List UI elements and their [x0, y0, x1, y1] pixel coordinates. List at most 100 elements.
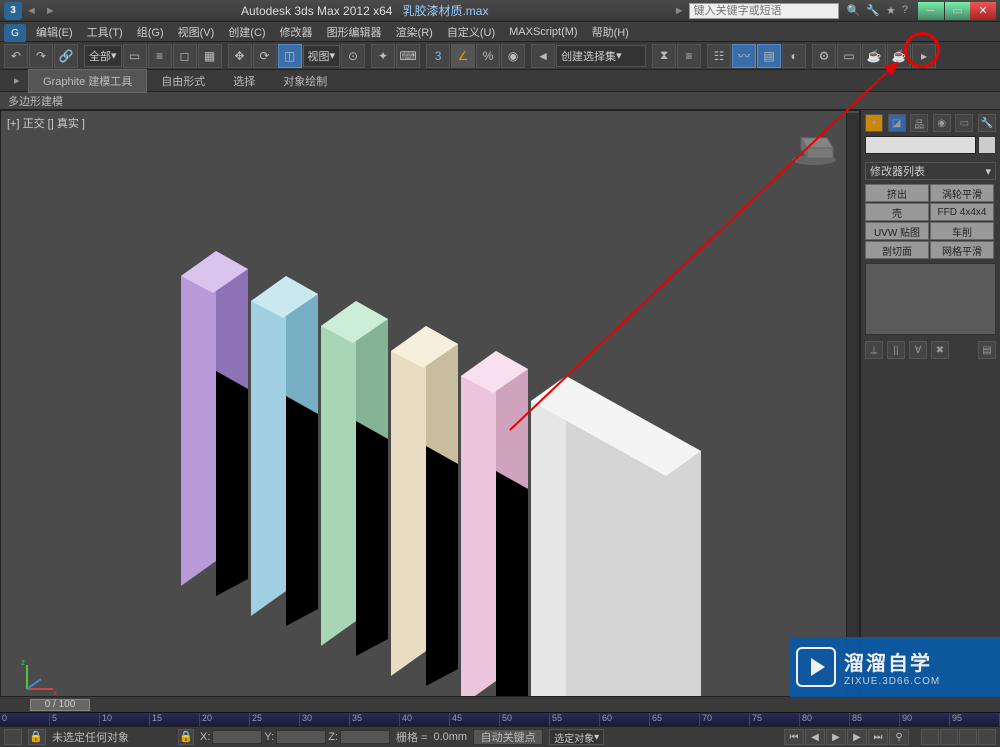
infocenter-key-icon[interactable]: 🔧: [866, 4, 880, 17]
timeline-ruler[interactable]: 05 1015 2025 3035 4045 5055 6065 7075 80…: [0, 712, 1000, 726]
object-name-input[interactable]: [865, 136, 976, 154]
stack-unique-icon[interactable]: ∀: [909, 341, 927, 359]
panel-utility-icon[interactable]: 🔧: [978, 114, 996, 132]
ribbon-chevron-icon[interactable]: ▸: [0, 71, 28, 90]
goto-end-button[interactable]: ⏭: [868, 729, 888, 745]
mirror-button[interactable]: ⧗: [652, 44, 676, 68]
viewport[interactable]: [+] 正交 [] 真实 ]: [0, 110, 860, 716]
menu-customize[interactable]: 自定义(U): [441, 22, 501, 42]
tab-graphite[interactable]: Graphite 建模工具: [28, 69, 147, 93]
render-production-button[interactable]: ☕: [862, 44, 886, 68]
material-editor-button[interactable]: ◐: [782, 44, 806, 68]
menu-edit[interactable]: 编辑(E): [30, 22, 79, 42]
render-last-button[interactable]: ▸: [912, 44, 936, 68]
infocenter-help-icon[interactable]: ?: [902, 4, 908, 17]
schematic-button[interactable]: ▤: [757, 44, 781, 68]
menu-grapheditor[interactable]: 图形编辑器: [321, 22, 388, 42]
spinner-snap-button[interactable]: ◉: [501, 44, 525, 68]
panel-hierarchy-icon[interactable]: 品: [910, 114, 928, 132]
ribbon-panel-label[interactable]: 多边形建模: [0, 92, 1000, 110]
scale-button[interactable]: ◫: [278, 44, 302, 68]
mod-extrude-button[interactable]: 挤出: [865, 184, 929, 202]
menu-group[interactable]: 组(G): [131, 22, 170, 42]
time-slider-handle[interactable]: 0 / 100: [30, 699, 90, 711]
keyfilter-dropdown[interactable]: 选定对象 ▾: [549, 729, 604, 745]
menu-create[interactable]: 创建(C): [222, 22, 271, 42]
angle-snap-button[interactable]: ∠: [451, 44, 475, 68]
infocenter-search-icon[interactable]: 🔍: [847, 4, 861, 17]
menu-view[interactable]: 视图(V): [172, 22, 221, 42]
search-input[interactable]: [689, 3, 839, 19]
stack-showend-icon[interactable]: ||: [887, 341, 905, 359]
manip-button[interactable]: ✦: [371, 44, 395, 68]
nav-zoom-icon[interactable]: [940, 729, 958, 745]
pivot-button[interactable]: ⊙: [341, 44, 365, 68]
modifier-list-dropdown[interactable]: 修改器列表▾: [865, 162, 996, 180]
undo-button[interactable]: ↶: [4, 44, 28, 68]
script-listener-icon[interactable]: [4, 729, 22, 745]
keymode-button[interactable]: ⌨: [396, 44, 420, 68]
next-frame-button[interactable]: ▶: [847, 729, 867, 745]
coord-x-input[interactable]: [212, 730, 262, 744]
tab-selection[interactable]: 选择: [219, 70, 269, 92]
tab-objectpaint[interactable]: 对象绘制: [269, 70, 341, 92]
selection-lock-icon[interactable]: 🔒: [178, 729, 194, 745]
mod-lathe-button[interactable]: 车削: [930, 222, 994, 240]
viewport-scrollbar[interactable]: [846, 113, 859, 696]
modifier-stack[interactable]: [865, 263, 996, 335]
menu-tools[interactable]: 工具(T): [81, 22, 129, 42]
select-object-button[interactable]: ▭: [123, 44, 147, 68]
window-close-button[interactable]: ✕: [970, 2, 996, 20]
percent-snap-button[interactable]: %: [476, 44, 500, 68]
nav-orbit-icon[interactable]: [959, 729, 977, 745]
link-button[interactable]: 🔗: [54, 44, 78, 68]
menu-modifier[interactable]: 修改器: [274, 22, 319, 42]
render-iterative-button[interactable]: ☕: [887, 44, 911, 68]
panel-modify-icon[interactable]: ◪: [888, 114, 906, 132]
window-crossing-button[interactable]: ▦: [198, 44, 222, 68]
rotate-button[interactable]: ⟳: [253, 44, 277, 68]
mod-uvw-button[interactable]: UVW 贴图: [865, 222, 929, 240]
stack-remove-icon[interactable]: ✖: [931, 341, 949, 359]
redo-button[interactable]: ↷: [29, 44, 53, 68]
goto-start-button[interactable]: ⏮: [784, 729, 804, 745]
coord-z-input[interactable]: [340, 730, 390, 744]
render-setup-button[interactable]: ⚙: [812, 44, 836, 68]
stack-config-icon[interactable]: ▤: [978, 341, 996, 359]
window-maximize-button[interactable]: ▭: [944, 2, 970, 20]
selection-scope-dropdown[interactable]: 全部 ▾: [84, 45, 122, 67]
menu-render[interactable]: 渲染(R): [390, 22, 439, 42]
mod-shell-button[interactable]: 壳: [865, 203, 929, 221]
snap-button[interactable]: 3: [426, 44, 450, 68]
align-button[interactable]: ≡: [677, 44, 701, 68]
mod-ffd-button[interactable]: FFD 4x4x4: [930, 203, 994, 221]
curve-editor-button[interactable]: 〰: [732, 44, 756, 68]
mod-turbosmooth-button[interactable]: 涡轮平滑: [930, 184, 994, 202]
time-slider[interactable]: 0 / 100: [0, 696, 1000, 712]
select-name-button[interactable]: ≡: [148, 44, 172, 68]
lock-icon[interactable]: 🔒: [28, 729, 46, 745]
panel-display-icon[interactable]: ▭: [955, 114, 973, 132]
app-logo-icon[interactable]: 3: [4, 2, 22, 20]
select-region-button[interactable]: ◻: [173, 44, 197, 68]
layers-button[interactable]: ☷: [707, 44, 731, 68]
menu-maxscript[interactable]: MAXScript(M): [503, 24, 583, 40]
window-minimize-button[interactable]: ─: [918, 2, 944, 20]
app-menu-icon[interactable]: G: [4, 24, 26, 42]
named-selset-dropdown[interactable]: 创建选择集 ▾: [556, 45, 646, 67]
move-button[interactable]: ✥: [228, 44, 252, 68]
play-button[interactable]: ▶: [826, 729, 846, 745]
title-dropdown-icon[interactable]: ►: [674, 5, 685, 17]
mod-slice-button[interactable]: 剖切面: [865, 241, 929, 259]
infocenter-star-icon[interactable]: ★: [886, 4, 896, 17]
history-fwd-icon[interactable]: ►: [45, 5, 56, 17]
coord-y-input[interactable]: [276, 730, 326, 744]
tab-freeform[interactable]: 自由形式: [147, 70, 219, 92]
prev-frame-button[interactable]: ◀: [805, 729, 825, 745]
panel-motion-icon[interactable]: ◉: [933, 114, 951, 132]
viewcube-icon[interactable]: [789, 126, 839, 166]
rendered-frame-button[interactable]: ▭: [837, 44, 861, 68]
object-color-swatch[interactable]: [978, 136, 996, 154]
nav-pan-icon[interactable]: [921, 729, 939, 745]
history-back-icon[interactable]: ◄: [26, 5, 37, 17]
